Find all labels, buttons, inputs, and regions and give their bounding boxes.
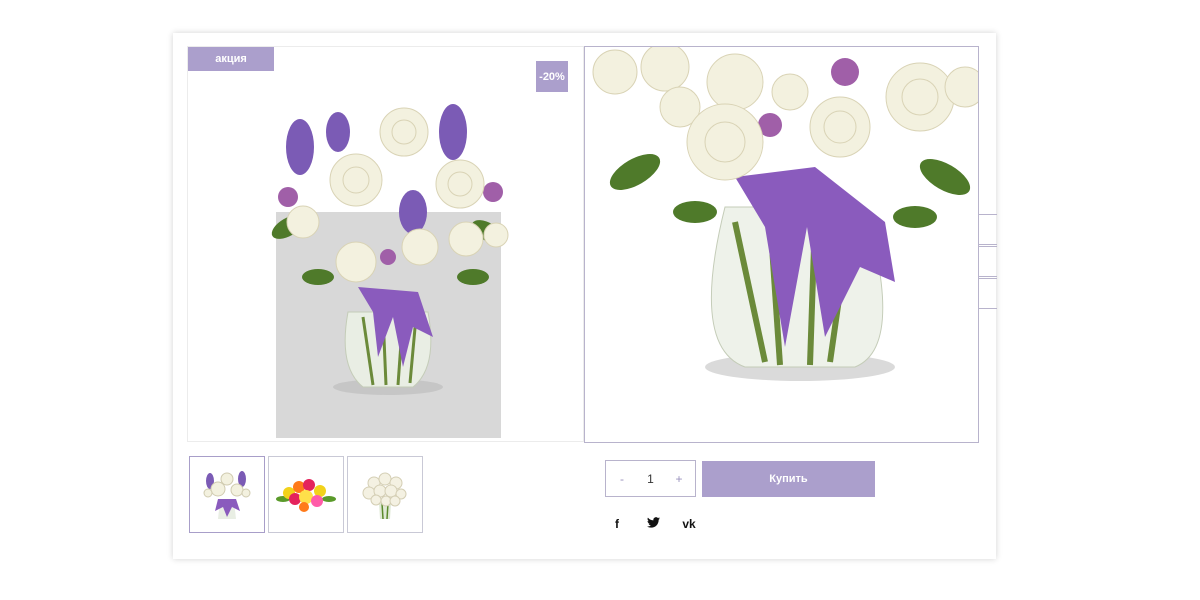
facebook-icon[interactable]: f	[609, 517, 625, 531]
thumbnail-colorful-bouquet[interactable]	[268, 456, 344, 533]
bouquet-image	[271, 104, 509, 438]
zoom-preview	[584, 46, 979, 443]
buy-button[interactable]: Купить	[702, 461, 875, 497]
vk-icon[interactable]: vk	[681, 517, 697, 531]
thumbnail-strip	[189, 456, 423, 533]
quantity-stepper: - 1 +	[605, 460, 696, 497]
sale-badge: акция	[188, 47, 274, 71]
main-product-image[interactable]	[187, 46, 584, 442]
thumbnail-purple-white-bouquet[interactable]	[189, 456, 265, 533]
twitter-bird-glyph	[646, 517, 660, 528]
zoom-tabs	[979, 214, 997, 310]
zoom-tab[interactable]	[979, 278, 997, 309]
thumbnail-image	[362, 472, 407, 519]
social-share: f vk	[609, 517, 697, 531]
quantity-decrease-button[interactable]: -	[616, 472, 628, 486]
zoom-tab[interactable]	[979, 214, 997, 245]
thumbnail-white-roses-bouquet[interactable]	[347, 456, 423, 533]
thumbnail-image	[203, 470, 251, 519]
twitter-icon[interactable]	[645, 517, 661, 531]
product-card: акция -20% - 1 + Купить f vk	[173, 33, 997, 559]
discount-badge: -20%	[536, 61, 568, 92]
thumbnail-image	[276, 478, 336, 512]
zoom-tab[interactable]	[979, 246, 997, 277]
zoomed-bouquet-image	[592, 47, 978, 381]
quantity-value[interactable]: 1	[647, 472, 654, 486]
quantity-increase-button[interactable]: +	[673, 472, 685, 486]
